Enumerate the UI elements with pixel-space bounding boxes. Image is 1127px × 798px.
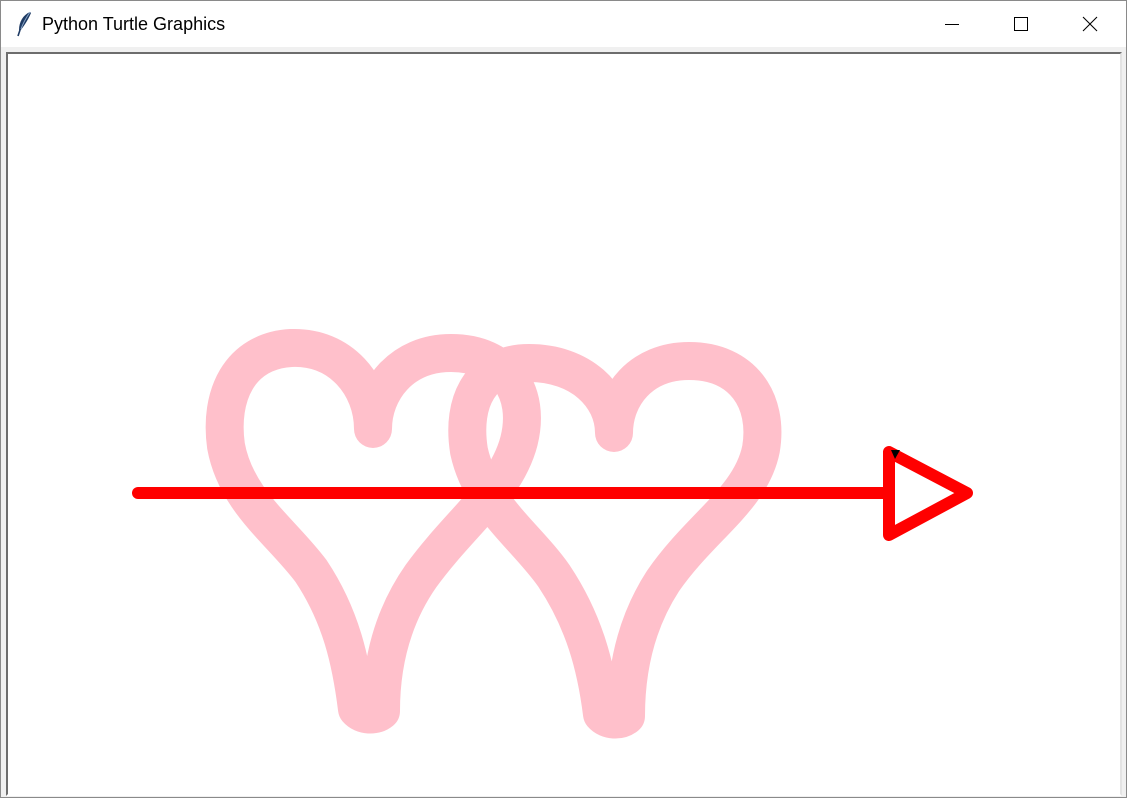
title-bar[interactable]: Python Turtle Graphics xyxy=(1,1,1126,47)
turtle-canvas[interactable] xyxy=(6,52,1122,796)
close-icon xyxy=(1082,16,1098,32)
window-title: Python Turtle Graphics xyxy=(42,14,226,34)
turtle-window: Python Turtle Graphics xyxy=(0,0,1127,798)
minimize-icon xyxy=(944,16,960,32)
drawing-surface xyxy=(132,328,973,739)
feather-icon xyxy=(15,11,35,37)
arrow-head xyxy=(883,446,973,541)
maximize-icon xyxy=(1013,16,1029,32)
close-button[interactable] xyxy=(1056,1,1124,47)
minimize-button[interactable] xyxy=(918,1,986,47)
maximize-button[interactable] xyxy=(987,1,1055,47)
